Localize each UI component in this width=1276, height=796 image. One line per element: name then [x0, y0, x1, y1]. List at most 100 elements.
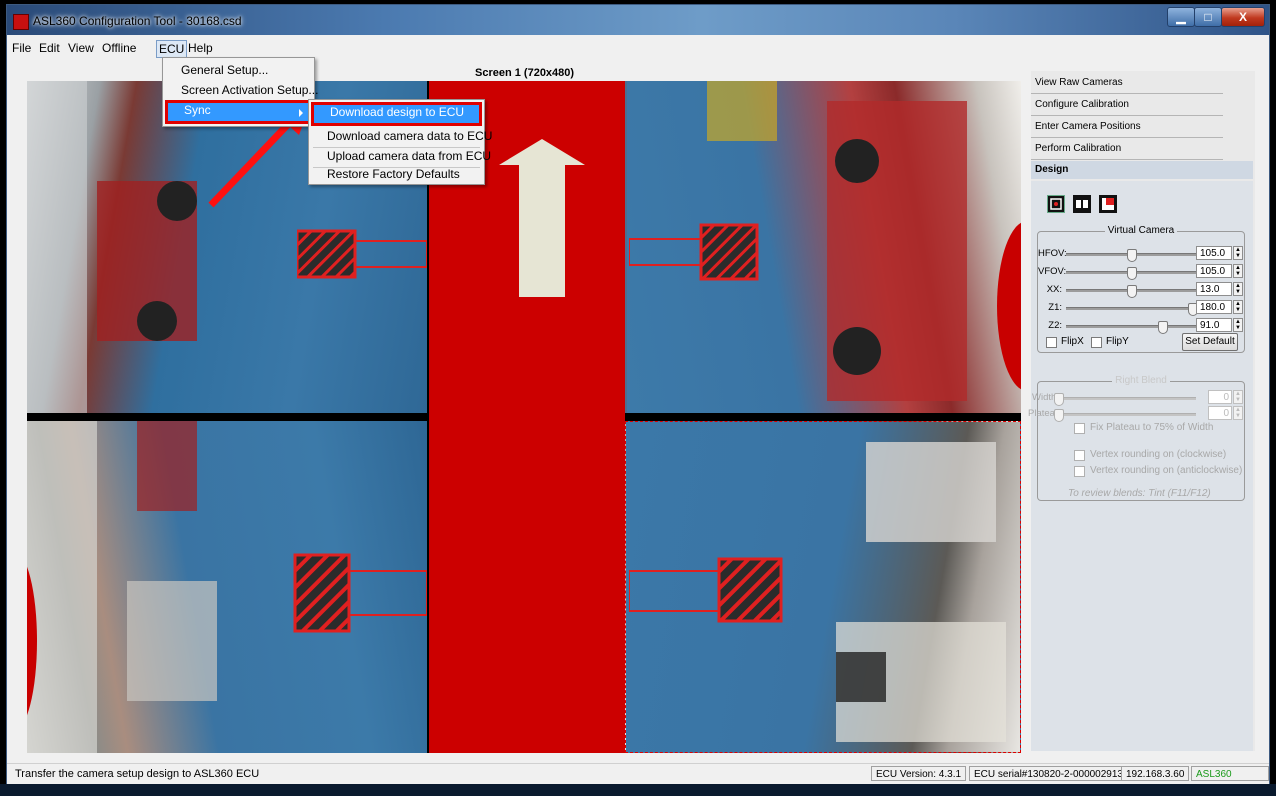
z1-label: Z1: [1048, 302, 1062, 313]
close-button[interactable]: X [1221, 7, 1265, 27]
virtual-camera-group: Virtual Camera HFOV: 105.0 ▲ ▼ VFOV: 105.… [1037, 225, 1245, 353]
z2-input[interactable]: 91.0 [1196, 318, 1232, 332]
blend-plateau-input[interactable]: 0 [1208, 406, 1232, 420]
vertex-cw-label: Vertex rounding on (clockwise) [1090, 449, 1227, 460]
z1-slider[interactable] [1066, 303, 1198, 316]
online-status: ASL360 ONLINE [1191, 766, 1269, 791]
tab-perform-calibration-label: Perform Calibration [1035, 143, 1122, 154]
tab-configure-calibration[interactable]: Configure Calibration [1031, 95, 1223, 116]
ecu-serial: ECU serial#130820-2-000002913 [969, 766, 1128, 781]
z2-slider-thumb[interactable] [1158, 321, 1168, 334]
hatch-marker-top-right [629, 223, 759, 281]
xx-label: XX: [1046, 284, 1062, 295]
menu-upload-camera-data[interactable]: Upload camera data from ECU [311, 146, 491, 166]
menu-restore-factory-defaults[interactable]: Restore Factory Defaults [311, 164, 482, 184]
xx-slider-thumb[interactable] [1127, 285, 1137, 298]
vfov-spinner[interactable]: ▲ ▼ [1233, 264, 1243, 278]
hfov-input[interactable]: 105.0 [1196, 246, 1232, 260]
menu-file[interactable]: File [10, 40, 33, 56]
z2-row: Z2: 91.0 ▲ ▼ [1038, 318, 1244, 334]
menu-screen-activation-setup[interactable]: Screen Activation Setup... [165, 80, 326, 100]
vertex-cw-checkbox[interactable] [1074, 450, 1085, 461]
minimize-button[interactable]: ▁ [1167, 7, 1195, 27]
taskbar [0, 784, 1276, 796]
tab-view-raw-cameras[interactable]: View Raw Cameras [1031, 73, 1223, 94]
camera-view-canvas[interactable] [27, 81, 1021, 753]
status-bar: Transfer the camera setup design to ASL3… [7, 763, 1269, 791]
vfov-slider[interactable] [1066, 267, 1196, 280]
menu-ecu[interactable]: ECU [156, 40, 188, 58]
menu-help[interactable]: Help [186, 40, 215, 56]
blend-width-input[interactable]: 0 [1208, 390, 1232, 404]
z1-row: Z1: 180.0 ▲ ▼ [1038, 300, 1244, 316]
z2-slider[interactable] [1066, 321, 1196, 334]
tab-enter-camera-positions[interactable]: Enter Camera Positions [1031, 117, 1223, 138]
z1-spinner[interactable]: ▲ ▼ [1233, 300, 1243, 314]
flipx-label: FlipX [1061, 336, 1084, 347]
hatch-marker-bottom-left [293, 553, 427, 633]
blend-width-thumb[interactable] [1054, 393, 1064, 406]
hfov-slider-thumb[interactable] [1127, 249, 1137, 262]
menu-edit[interactable]: Edit [37, 40, 62, 56]
tab-configure-calibration-label: Configure Calibration [1035, 99, 1129, 110]
menu-general-setup[interactable]: General Setup... [165, 60, 326, 80]
z2-label: Z2: [1048, 320, 1062, 331]
vfov-slider-thumb[interactable] [1127, 267, 1137, 280]
tab-enter-camera-positions-label: Enter Camera Positions [1035, 121, 1141, 132]
set-default-button[interactable]: Set Default [1182, 333, 1238, 351]
menu-download-camera-data[interactable]: Download camera data to ECU [311, 126, 492, 146]
hfov-spinner[interactable]: ▲ ▼ [1233, 246, 1243, 260]
vertex-acw-label: Vertex rounding on (anticlockwise) [1090, 465, 1243, 476]
maximize-button[interactable]: □ [1194, 7, 1222, 27]
ecu-menu: General Setup... Screen Activation Setup… [162, 57, 318, 127]
vfov-input[interactable]: 105.0 [1196, 264, 1232, 278]
tab-perform-calibration[interactable]: Perform Calibration [1031, 139, 1223, 160]
tab-design[interactable]: Design [1031, 161, 1253, 179]
flipx-checkbox[interactable] [1046, 337, 1057, 348]
ecu-version: ECU Version: 4.3.1 [871, 766, 967, 781]
vfov-row: VFOV: 105.0 ▲ ▼ [1038, 264, 1244, 280]
blend-width-spinner[interactable]: ▲ ▼ [1233, 390, 1243, 404]
flipy-checkbox[interactable] [1091, 337, 1102, 348]
vertex-acw-checkbox[interactable] [1074, 466, 1085, 477]
menu-view[interactable]: View [66, 40, 96, 56]
app-window: ASL360 Configuration Tool - 30168.csd ▁ … [6, 4, 1270, 792]
blend-group: Right Blend Width: 0 ▲ ▼ Plateau: 0 ▲ ▼ Fi… [1028, 375, 1245, 501]
hfov-slider[interactable] [1066, 249, 1196, 262]
flipy-label: FlipY [1106, 336, 1129, 347]
virtual-camera-tool-icon[interactable] [1047, 195, 1065, 213]
vehicle-direction-arrow [499, 139, 585, 297]
xx-spinner[interactable]: ▲ ▼ [1233, 282, 1243, 296]
status-message: Transfer the camera setup design to ASL3… [15, 768, 260, 780]
xx-input[interactable]: 13.0 [1196, 282, 1232, 296]
blend-plateau-spinner[interactable]: ▲ ▼ [1233, 406, 1243, 420]
menu-download-design[interactable]: Download design to ECU [311, 102, 482, 126]
blend-plateau-slider[interactable] [1054, 409, 1196, 422]
ip-address: 192.168.3.60 [1121, 766, 1190, 781]
xx-row: XX: 13.0 ▲ ▼ [1038, 282, 1244, 298]
sync-submenu: Download design to ECU Download camera d… [308, 99, 492, 185]
overlay-tool-icon[interactable] [1099, 195, 1117, 213]
fix-plateau-checkbox[interactable] [1074, 423, 1085, 434]
submenu-arrow-icon [299, 109, 303, 117]
blend-width-slider[interactable] [1054, 393, 1196, 406]
menu-sync-label: Sync [184, 103, 211, 117]
blend-tool-icon[interactable] [1073, 195, 1091, 213]
z1-input[interactable]: 180.0 [1196, 300, 1232, 314]
design-panel: Virtual Camera HFOV: 105.0 ▲ ▼ VFOV: 105.… [1028, 181, 1253, 751]
blend-width-label: Width: [1032, 392, 1059, 403]
blend-plateau-row: Plateau: 0 ▲ ▼ [1028, 406, 1244, 422]
app-icon [13, 14, 29, 30]
tab-view-raw-cameras-label: View Raw Cameras [1035, 77, 1123, 88]
title-bar[interactable]: ASL360 Configuration Tool - 30168.csd ▁ … [7, 5, 1269, 35]
blend-plateau-label: Plateau: [1028, 408, 1063, 419]
menu-sync[interactable]: Sync [165, 100, 312, 124]
blend-plateau-thumb[interactable] [1054, 409, 1064, 422]
xx-slider[interactable] [1066, 285, 1196, 298]
virtual-camera-title: Virtual Camera [1104, 225, 1178, 236]
menu-offline[interactable]: Offline [100, 40, 138, 56]
hfov-row: HFOV: 105.0 ▲ ▼ [1038, 246, 1244, 262]
hatch-marker-top-left [297, 229, 427, 279]
menu-bar: File Edit View Offline ECU Help [7, 38, 1269, 58]
z2-spinner[interactable]: ▲ ▼ [1233, 318, 1243, 332]
